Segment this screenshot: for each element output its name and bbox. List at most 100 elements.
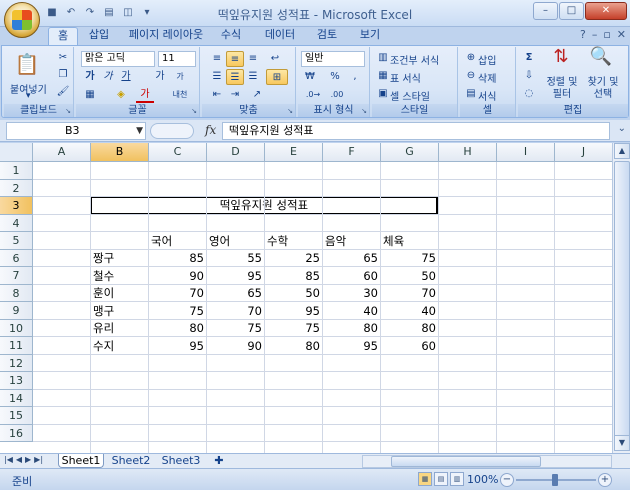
grow-font-button[interactable]: 가 (151, 69, 169, 85)
row-header-7[interactable]: 7 (0, 267, 33, 285)
score-cell[interactable]: 80 (381, 320, 438, 337)
score-cell[interactable]: 75 (207, 320, 264, 337)
horizontal-scroll-thumb[interactable] (391, 456, 541, 467)
score-cell[interactable]: 75 (265, 320, 322, 337)
score-cell[interactable]: 60 (381, 338, 438, 355)
clipboard-launcher-icon[interactable]: ↘ (65, 107, 71, 115)
name-box[interactable]: B3 ▼ (6, 122, 146, 140)
minimize-button[interactable]: – (533, 2, 558, 20)
clear-icon[interactable]: ◌ (520, 86, 538, 102)
font-name-select[interactable]: 맑은 고딕 (81, 51, 155, 67)
insert-cells-button[interactable]: 삽입 (478, 52, 496, 67)
italic-button[interactable]: 가 (99, 69, 117, 85)
worksheet-grid[interactable]: 떡잎유지원 성적표 A B C D E F G H I J 1 2 3 4 5 6 7 8 9 10 11 12 13 14 1… (0, 143, 612, 453)
font-launcher-icon[interactable]: ↘ (191, 107, 197, 115)
student-name[interactable]: 맹구 (93, 303, 147, 320)
column-header-g[interactable]: G (381, 143, 439, 162)
row-header-16[interactable]: 16 (0, 424, 33, 442)
score-cell[interactable]: 80 (149, 320, 206, 337)
formula-bar-splitter[interactable] (150, 123, 194, 139)
paste-dropdown-icon[interactable]: ▾ (26, 91, 31, 101)
row-header-3[interactable]: 3 (0, 197, 33, 215)
align-bottom-icon[interactable]: ≡ (244, 51, 262, 67)
copy-icon[interactable]: ❐ (54, 67, 72, 83)
column-header-b[interactable]: B (91, 143, 149, 162)
percent-button[interactable]: % (326, 69, 344, 85)
column-header-j[interactable]: J (555, 143, 612, 162)
font-color-button[interactable]: 가 (136, 87, 154, 103)
tab-insert[interactable]: 삽입 (84, 27, 114, 45)
score-cell[interactable]: 40 (323, 303, 380, 320)
page-break-view-icon[interactable]: ▥ (450, 472, 464, 486)
tab-data[interactable]: 데이터 (260, 27, 300, 45)
expand-formula-bar-icon[interactable]: ⌄ (618, 123, 626, 134)
conditional-format-button[interactable]: 조건부 서식 (390, 52, 439, 67)
last-sheet-icon[interactable]: ▶| (34, 455, 43, 464)
sheet-tab-1[interactable]: Sheet1 (58, 454, 104, 468)
row-header-4[interactable]: 4 (0, 214, 33, 232)
underline-button[interactable]: 가 (117, 69, 135, 85)
help-icon[interactable]: ? (580, 28, 586, 41)
align-middle-icon[interactable]: ≡ (226, 51, 244, 67)
row-header-9[interactable]: 9 (0, 302, 33, 320)
score-cell[interactable]: 40 (381, 303, 438, 320)
score-cell[interactable]: 80 (323, 320, 380, 337)
cell-style-button[interactable]: 셀 스타일 (390, 88, 430, 103)
subject-header[interactable]: 체육 (383, 233, 437, 250)
zoom-knob[interactable] (552, 474, 558, 486)
column-header-h[interactable]: H (439, 143, 497, 162)
sheet-tab-2[interactable]: Sheet2 (108, 454, 154, 468)
cut-icon[interactable]: ✂ (54, 50, 72, 66)
increase-indent-icon[interactable]: ⇥ (226, 87, 244, 103)
row-header-6[interactable]: 6 (0, 249, 33, 267)
insert-function-icon[interactable]: fx (205, 123, 216, 137)
score-cell[interactable]: 50 (265, 285, 322, 302)
select-all-button[interactable] (0, 143, 33, 162)
find-select-button[interactable]: 찾기 및 선택 (582, 77, 624, 101)
row-header-13[interactable]: 13 (0, 372, 33, 390)
row-header-12[interactable]: 12 (0, 354, 33, 372)
scroll-down-icon[interactable]: ▼ (614, 435, 630, 451)
decrease-indent-icon[interactable]: ⇤ (208, 87, 226, 103)
normal-view-icon[interactable]: ▦ (418, 472, 432, 486)
number-format-select[interactable]: 일반 (301, 51, 365, 67)
score-cell[interactable]: 85 (149, 250, 206, 267)
score-cell[interactable]: 75 (381, 250, 438, 267)
shrink-font-button[interactable]: 가 (171, 69, 189, 85)
score-cell[interactable]: 70 (381, 285, 438, 302)
zoom-out-icon[interactable]: − (500, 473, 514, 487)
row-header-14[interactable]: 14 (0, 389, 33, 407)
horizontal-scrollbar[interactable] (362, 455, 612, 468)
student-name[interactable]: 철수 (93, 268, 147, 285)
subject-header[interactable]: 수학 (267, 233, 321, 250)
row-header-10[interactable]: 10 (0, 319, 33, 337)
column-header-c[interactable]: C (149, 143, 207, 162)
column-header-e[interactable]: E (265, 143, 323, 162)
student-name[interactable]: 유리 (93, 320, 147, 337)
score-cell[interactable]: 30 (323, 285, 380, 302)
maximize-button[interactable]: □ (559, 2, 584, 20)
zoom-slider[interactable]: − + (500, 473, 612, 487)
alignment-launcher-icon[interactable]: ↘ (287, 107, 293, 115)
insert-sheet-icon[interactable]: ✚ (210, 454, 228, 468)
score-cell[interactable]: 80 (265, 338, 322, 355)
number-launcher-icon[interactable]: ↘ (361, 107, 367, 115)
zoom-level[interactable]: 100% (467, 473, 498, 486)
delete-cells-button[interactable]: 삭제 (478, 70, 496, 85)
score-cell[interactable]: 95 (323, 338, 380, 355)
vertical-scrollbar[interactable]: ▲ ▼ (612, 143, 630, 453)
subject-header[interactable]: 영어 (209, 233, 263, 250)
border-icon[interactable]: ▦ (81, 87, 99, 103)
vertical-scroll-thumb[interactable] (614, 161, 630, 441)
ribbon-close-icon[interactable]: ✕ (617, 28, 626, 41)
student-name[interactable]: 수지 (93, 338, 147, 355)
ribbon-minimize-icon[interactable]: – (592, 28, 598, 41)
tab-home[interactable]: 홈 (48, 27, 78, 46)
table-format-button[interactable]: 표 서식 (390, 70, 421, 85)
next-sheet-icon[interactable]: ▶ (25, 455, 31, 464)
student-name[interactable]: 짱구 (93, 250, 147, 267)
tab-formulas[interactable]: 수식 (216, 27, 246, 45)
align-right-icon[interactable]: ☰ (244, 69, 262, 85)
bold-button[interactable]: 가 (81, 69, 99, 85)
score-cell[interactable]: 75 (149, 303, 206, 320)
